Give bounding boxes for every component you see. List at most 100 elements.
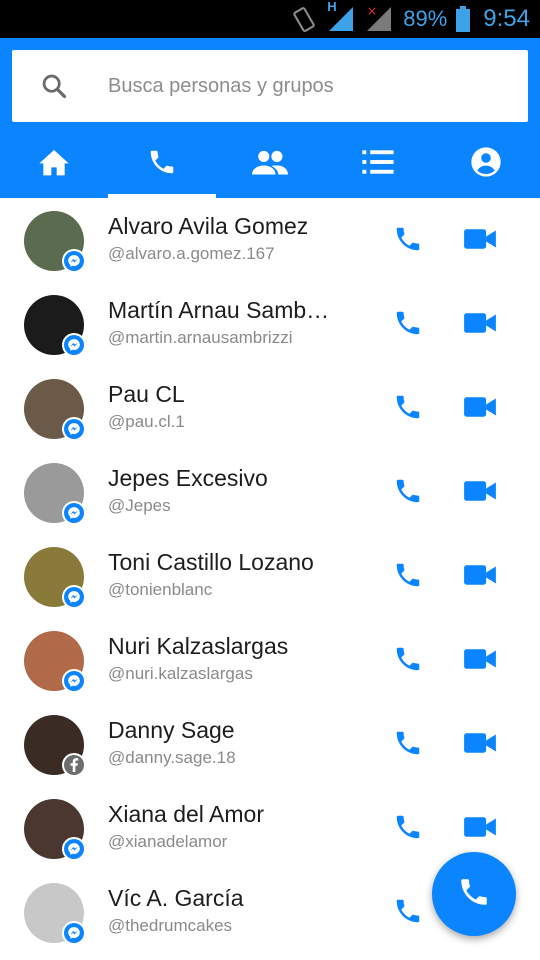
phone-icon bbox=[393, 644, 423, 679]
messenger-badge bbox=[62, 249, 86, 273]
avatar-wrap bbox=[24, 883, 86, 945]
video-call-button[interactable] bbox=[462, 226, 498, 256]
avatar-wrap bbox=[24, 211, 86, 273]
contact-handle: @xianadelamor bbox=[108, 832, 228, 851]
voice-call-button[interactable] bbox=[390, 814, 426, 844]
video-call-button[interactable] bbox=[462, 310, 498, 340]
avatar-wrap bbox=[24, 547, 86, 609]
messenger-badge bbox=[62, 921, 86, 945]
people-icon bbox=[252, 148, 288, 181]
video-call-button[interactable] bbox=[462, 730, 498, 760]
contact-name: Nuri Kalzaslargas bbox=[108, 633, 289, 659]
avatar-wrap bbox=[24, 715, 86, 777]
svg-text:×: × bbox=[367, 5, 377, 18]
messenger-icon bbox=[64, 587, 84, 607]
voice-call-button[interactable] bbox=[390, 310, 426, 340]
messenger-icon bbox=[64, 503, 84, 523]
status-bar: H × 89% 9:54 bbox=[0, 0, 540, 38]
voice-call-button[interactable] bbox=[390, 562, 426, 592]
contact-text: Toni Castillo Lozano @tonienblanc bbox=[108, 548, 348, 600]
contact-name: Xiana del Amor bbox=[108, 801, 264, 827]
voice-call-button[interactable] bbox=[390, 730, 426, 760]
profile-icon bbox=[470, 146, 502, 183]
signal-h-icon: H bbox=[327, 0, 357, 33]
contact-text: Danny Sage @danny.sage.18 bbox=[108, 716, 348, 768]
new-call-fab[interactable] bbox=[432, 852, 516, 936]
voice-call-button[interactable] bbox=[390, 898, 426, 928]
contact-name: Toni Castillo Lozano bbox=[108, 549, 314, 575]
voice-call-button[interactable] bbox=[390, 394, 426, 424]
video-call-button[interactable] bbox=[462, 646, 498, 676]
messenger-icon bbox=[64, 335, 84, 355]
contact-text: Alvaro Avila Gomez @alvaro.a.gomez.167 bbox=[108, 212, 348, 264]
video-call-button[interactable] bbox=[462, 394, 498, 424]
signal-no-service-icon: × bbox=[365, 5, 395, 33]
tab-list[interactable] bbox=[324, 130, 432, 198]
contact-name: Alvaro Avila Gomez bbox=[108, 213, 309, 239]
messenger-icon bbox=[64, 839, 84, 859]
avatar-wrap bbox=[24, 463, 86, 525]
avatar-wrap bbox=[24, 799, 86, 861]
contact-row[interactable]: Jepes Excesivo @Jepes bbox=[0, 450, 540, 534]
contact-list: Alvaro Avila Gomez @alvaro.a.gomez.167 M… bbox=[0, 198, 540, 954]
avatar-wrap bbox=[24, 379, 86, 441]
facebook-badge bbox=[62, 753, 86, 777]
tab-profile[interactable] bbox=[432, 130, 540, 198]
phone-icon bbox=[393, 560, 423, 595]
messenger-badge bbox=[62, 333, 86, 357]
video-camera-icon bbox=[464, 480, 496, 507]
video-call-button[interactable] bbox=[462, 478, 498, 508]
rotate-icon bbox=[291, 5, 319, 33]
video-call-button[interactable] bbox=[462, 562, 498, 592]
contact-text: Xiana del Amor @xianadelamor bbox=[108, 800, 348, 852]
contact-text: Víc A. García @thedrumcakes bbox=[108, 884, 348, 936]
contact-name: Víc A. García bbox=[108, 885, 244, 911]
contact-text: Nuri Kalzaslargas @nuri.kalzaslargas bbox=[108, 632, 348, 684]
tab-people[interactable] bbox=[216, 130, 324, 198]
phone-icon bbox=[147, 147, 177, 182]
header bbox=[0, 38, 540, 198]
phone-icon bbox=[393, 896, 423, 931]
tab-home[interactable] bbox=[0, 130, 108, 198]
contact-text: Pau CL @pau.cl.1 bbox=[108, 380, 348, 432]
video-camera-icon bbox=[464, 732, 496, 759]
phone-icon bbox=[457, 875, 491, 914]
messenger-icon bbox=[64, 923, 84, 943]
contact-text: Jepes Excesivo @Jepes bbox=[108, 464, 348, 516]
messenger-badge bbox=[62, 417, 86, 441]
contact-text: Martín Arnau Samb… @martin.arnausambrizz… bbox=[108, 296, 348, 348]
video-call-button[interactable] bbox=[462, 814, 498, 844]
contact-name: Danny Sage bbox=[108, 717, 235, 743]
home-icon bbox=[38, 147, 70, 182]
voice-call-button[interactable] bbox=[390, 646, 426, 676]
contact-name: Jepes Excesivo bbox=[108, 465, 268, 491]
contact-handle: @thedrumcakes bbox=[108, 916, 233, 935]
phone-icon bbox=[393, 308, 423, 343]
voice-call-button[interactable] bbox=[390, 478, 426, 508]
search-icon bbox=[12, 72, 96, 100]
contact-handle: @alvaro.a.gomez.167 bbox=[108, 244, 275, 263]
clock: 9:54 bbox=[483, 5, 530, 32]
tab-bar bbox=[0, 130, 540, 198]
contact-handle: @martin.arnausambrizzi bbox=[108, 328, 293, 347]
video-camera-icon bbox=[464, 312, 496, 339]
search-input[interactable] bbox=[108, 74, 508, 98]
battery-icon bbox=[455, 6, 471, 32]
video-camera-icon bbox=[464, 816, 496, 843]
contact-row[interactable]: Toni Castillo Lozano @tonienblanc bbox=[0, 534, 540, 618]
phone-icon bbox=[393, 476, 423, 511]
list-icon bbox=[362, 149, 394, 180]
contact-row[interactable]: Alvaro Avila Gomez @alvaro.a.gomez.167 bbox=[0, 198, 540, 282]
contact-handle: @nuri.kalzaslargas bbox=[108, 664, 253, 683]
contact-row[interactable]: Danny Sage @danny.sage.18 bbox=[0, 702, 540, 786]
avatar-wrap bbox=[24, 295, 86, 357]
voice-call-button[interactable] bbox=[390, 226, 426, 256]
phone-icon bbox=[393, 728, 423, 763]
messenger-badge bbox=[62, 585, 86, 609]
contact-row[interactable]: Martín Arnau Samb… @martin.arnausambrizz… bbox=[0, 282, 540, 366]
search-bar[interactable] bbox=[12, 50, 528, 122]
contact-row[interactable]: Nuri Kalzaslargas @nuri.kalzaslargas bbox=[0, 618, 540, 702]
tab-calls[interactable] bbox=[108, 130, 216, 198]
messenger-icon bbox=[64, 251, 84, 271]
contact-row[interactable]: Pau CL @pau.cl.1 bbox=[0, 366, 540, 450]
